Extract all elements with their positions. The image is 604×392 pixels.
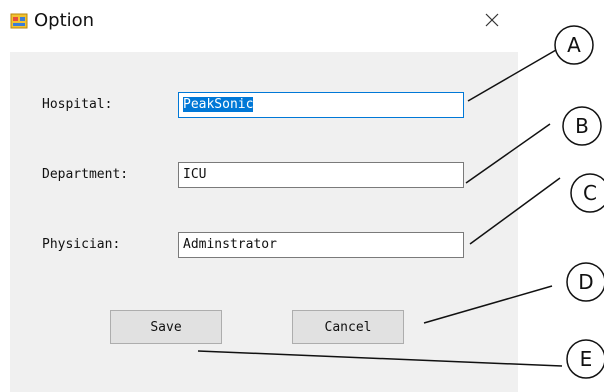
department-field[interactable]: ICU [178, 162, 464, 188]
cancel-button[interactable]: Cancel [292, 310, 404, 344]
callout-circle-c [570, 173, 604, 213]
callout-label-a: A [567, 33, 581, 57]
callout-circle-e [566, 339, 604, 379]
window-title: Option [34, 10, 95, 31]
callout-circle-a [554, 25, 594, 65]
physician-field[interactable]: Adminstrator [178, 232, 464, 258]
windows-form-icon [10, 12, 28, 30]
hospital-field[interactable]: PeakSonic [178, 92, 464, 118]
form-area: Hospital: PeakSonic Department: ICU Phys… [10, 52, 518, 392]
callout-label-c: C [583, 181, 597, 205]
title-bar[interactable]: Option [0, 0, 520, 44]
callout-circle-b [562, 106, 602, 146]
option-dialog: Option Hospital: PeakSonic Department: I… [0, 0, 520, 392]
hospital-selected-text: PeakSonic [183, 97, 254, 112]
save-button[interactable]: Save [110, 310, 222, 344]
hospital-label: Hospital: [42, 97, 113, 112]
callout-label-e: E [580, 347, 593, 371]
callout-label-b: B [575, 114, 589, 138]
department-label: Department: [42, 167, 129, 182]
callout-circle-d [566, 262, 604, 302]
close-button[interactable] [478, 8, 506, 36]
physician-label: Physician: [42, 237, 121, 252]
callout-label-d: D [578, 270, 593, 294]
close-icon [484, 12, 500, 32]
